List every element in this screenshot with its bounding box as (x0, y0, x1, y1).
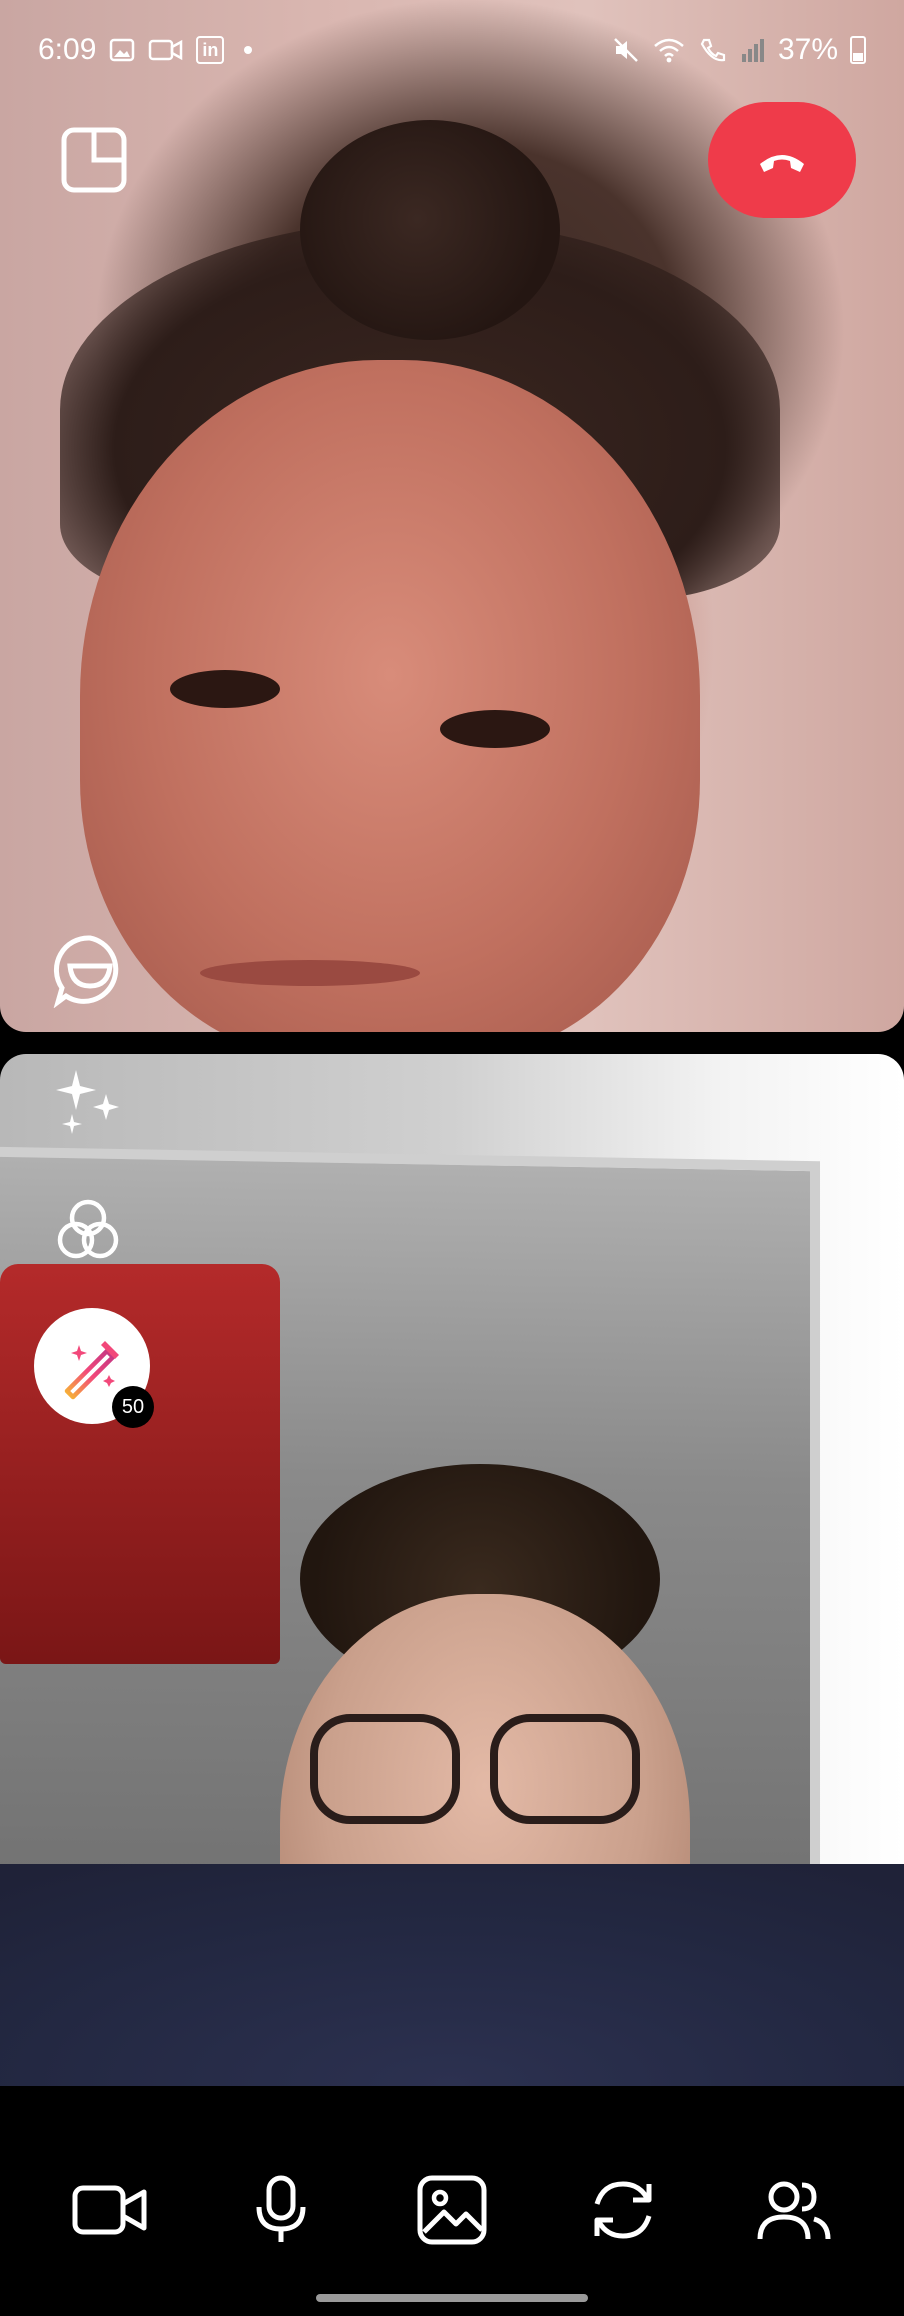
flip-camera-button[interactable] (579, 2166, 667, 2254)
notification-dot (244, 46, 253, 54)
people-icon (756, 2177, 832, 2243)
ai-effects-button[interactable] (52, 1064, 124, 1136)
status-time: 6:09 (38, 33, 97, 66)
magic-wand-icon (57, 1331, 127, 1401)
call-controls-bar (0, 2086, 904, 2316)
wifi-icon (652, 36, 686, 64)
sparkle-icon (52, 1064, 124, 1136)
status-right: 37% (612, 33, 866, 67)
reaction-button[interactable] (52, 932, 128, 1008)
end-call-button[interactable] (708, 102, 856, 218)
layout-toggle-button[interactable] (60, 126, 128, 194)
battery-percent: 37% (777, 33, 838, 66)
self-shirt (0, 1864, 904, 2086)
remote-eye-right (440, 710, 550, 748)
glasses-right-lens (490, 1714, 640, 1824)
remote-eye-left (170, 670, 280, 708)
microphone-icon (253, 2175, 309, 2245)
remote-mouth (200, 960, 420, 986)
effects-toolbar (34, 1064, 172, 1444)
image-icon (416, 2174, 488, 2246)
mute-icon (612, 36, 640, 64)
home-indicator[interactable] (316, 2294, 588, 2302)
camera-toggle-button[interactable] (66, 2166, 154, 2254)
call-controls (0, 2166, 904, 2254)
layout-icon (60, 126, 128, 194)
status-left: 6:09 in (38, 33, 253, 67)
call-icon (698, 36, 728, 64)
signal-icon (740, 36, 766, 64)
filters-button[interactable] (54, 1196, 122, 1264)
smile-bubble-icon (52, 932, 128, 1008)
effect-count-badge: 50 (112, 1386, 154, 1428)
participants-button[interactable] (750, 2166, 838, 2254)
video-icon (148, 36, 184, 64)
hang-up-icon (754, 140, 810, 180)
switch-camera-icon (587, 2174, 659, 2246)
filter-circles-icon (54, 1196, 122, 1264)
linkedin-label: in (202, 39, 219, 60)
image-icon (108, 36, 136, 64)
remote-hair-bun (300, 120, 560, 340)
linkedin-icon: in (196, 36, 225, 64)
video-icon (72, 2182, 148, 2238)
battery-icon (850, 36, 866, 64)
status-bar: 6:09 in 37% (0, 0, 904, 100)
microphone-toggle-button[interactable] (237, 2166, 325, 2254)
glasses-left-lens (310, 1714, 460, 1824)
share-media-button[interactable] (408, 2166, 496, 2254)
